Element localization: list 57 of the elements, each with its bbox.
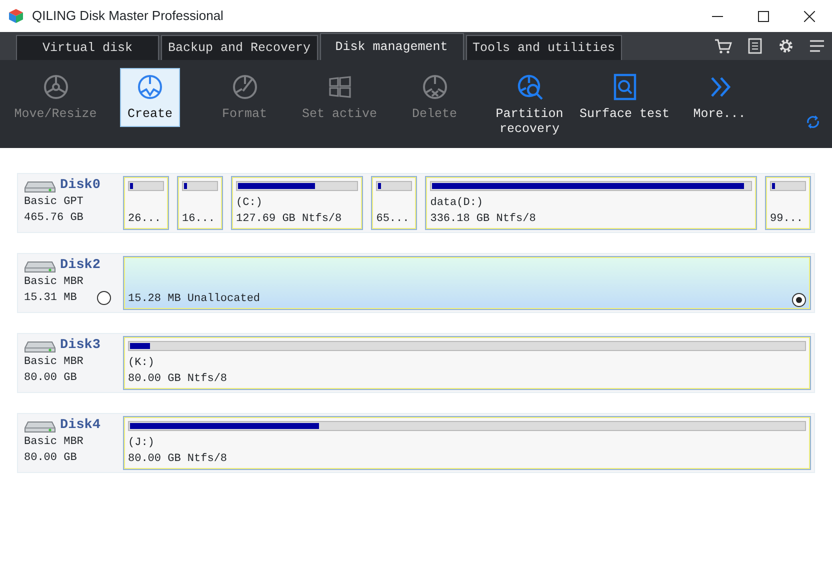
toolbar-button[interactable]: More... xyxy=(672,68,767,127)
disk-circle-icon xyxy=(136,73,164,101)
partition-block[interactable]: data(D:) 336.18 GB Ntfs/8 xyxy=(425,176,757,230)
partition-label: (K:) xyxy=(128,356,156,371)
disk-circle-icon xyxy=(42,73,70,101)
partition-block[interactable]: (J:) 80.00 GB Ntfs/8 xyxy=(123,416,811,470)
radio-button[interactable] xyxy=(97,291,111,305)
partition-info: 16... xyxy=(182,212,216,227)
disk-size: 80.00 GB xyxy=(24,371,77,386)
tab[interactable]: Backup and Recovery xyxy=(161,35,318,60)
document-icon[interactable] xyxy=(748,38,762,54)
disk-size: 80.00 GB xyxy=(24,451,77,466)
partition-block[interactable]: 99... xyxy=(765,176,811,230)
toolbar-button[interactable]: Partition recovery xyxy=(482,68,577,142)
disk-name: Disk2 xyxy=(60,258,101,274)
partition-info: 80.00 GB Ntfs/8 xyxy=(128,452,228,467)
partition-block[interactable]: 26... xyxy=(123,176,169,230)
partition-label: (C:) xyxy=(236,196,264,211)
disk-brush-icon xyxy=(230,73,258,101)
tab[interactable]: Disk management xyxy=(320,33,464,60)
disk-type: Basic MBR xyxy=(24,355,84,370)
app-logo-icon xyxy=(8,8,24,24)
toolbar-button[interactable]: Surface test xyxy=(577,68,672,127)
maximize-icon[interactable] xyxy=(758,10,768,22)
partition-info: 99... xyxy=(770,212,804,227)
tab[interactable]: Virtual disk xyxy=(16,35,159,60)
disk-circle-icon xyxy=(420,73,448,101)
settings-icon[interactable] xyxy=(778,38,794,54)
disk-magnifier-icon xyxy=(516,73,544,101)
window-title: QILING Disk Master Professional xyxy=(32,7,224,26)
disk-size: 15.31 MB xyxy=(24,291,77,306)
partition-block[interactable]: (K:) 80.00 GB Ntfs/8 xyxy=(123,336,811,390)
partition-info: 15.28 MB Unallocated xyxy=(128,292,260,307)
menu-icon[interactable] xyxy=(810,39,824,53)
radio-button[interactable] xyxy=(792,293,806,307)
partition-block[interactable]: 65... xyxy=(371,176,418,230)
disk-type: Basic MBR xyxy=(24,435,84,450)
disk-name: Disk0 xyxy=(60,178,101,194)
toolbar-button[interactable]: Create xyxy=(120,68,180,127)
partition-label: (J:) xyxy=(128,436,156,451)
close-icon[interactable] xyxy=(804,10,814,22)
partition-info: 65... xyxy=(376,212,410,227)
disk-size: 465.76 GB xyxy=(24,211,84,226)
partition-block[interactable]: 16... xyxy=(177,176,223,230)
cart-icon[interactable] xyxy=(714,38,732,54)
partition-info: 336.18 GB Ntfs/8 xyxy=(430,212,537,227)
partition-info: 80.00 GB Ntfs/8 xyxy=(128,372,228,387)
disk-type: Basic GPT xyxy=(24,195,84,210)
partition-block[interactable]: (C:) 127.69 GB Ntfs/8 xyxy=(231,176,364,230)
partition-label: data(D:) xyxy=(430,196,484,211)
disk-type: Basic MBR xyxy=(24,275,84,290)
tab[interactable]: Tools and utilities xyxy=(466,35,622,60)
partition-info: 26... xyxy=(128,212,162,227)
disk-name: Disk4 xyxy=(60,418,101,434)
partition-info: 127.69 GB Ntfs/8 xyxy=(236,212,343,227)
unallocated-partition[interactable]: 15.28 MB Unallocated xyxy=(123,256,811,310)
disk-name: Disk3 xyxy=(60,338,101,354)
